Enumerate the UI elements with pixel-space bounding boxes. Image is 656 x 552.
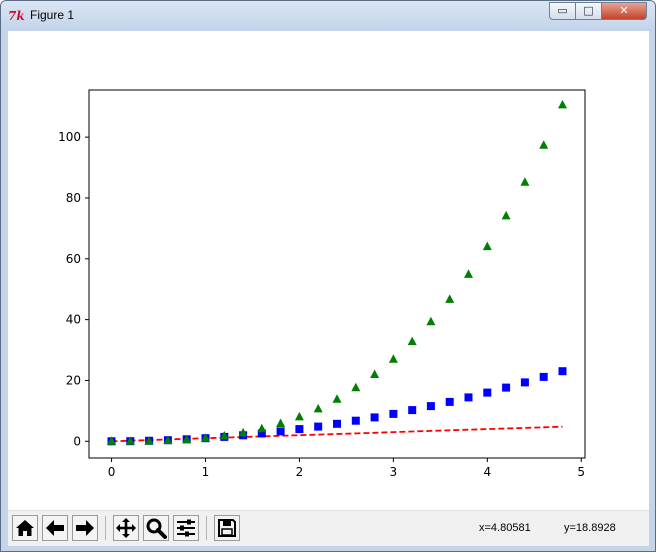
toolbar-separator — [206, 516, 207, 540]
square-marker — [520, 378, 529, 387]
figure-window: 7k Figure 1 ▭ □ ✕ 0 1 2 3 4 5 0 20 40 60 80 100 — [0, 0, 656, 552]
maximize-button[interactable]: □ — [575, 2, 602, 20]
sliders-icon — [177, 519, 195, 537]
y-tick-label: 100 — [58, 130, 81, 144]
y-tick-label: 80 — [66, 191, 81, 205]
forward-button[interactable] — [72, 515, 98, 541]
x-tick-label: 2 — [296, 465, 304, 479]
arrow-left-icon — [46, 520, 64, 536]
arrow-right-icon — [76, 520, 94, 536]
square-marker — [558, 367, 567, 376]
close-button[interactable]: ✕ — [601, 2, 647, 20]
y-tick-label: 0 — [73, 434, 81, 448]
x-tick-label: 1 — [202, 465, 210, 479]
tk-app-icon: 7k — [8, 9, 25, 23]
x-tick-label: 0 — [108, 465, 116, 479]
square-marker — [389, 409, 398, 418]
save-button[interactable] — [214, 515, 240, 541]
square-marker — [408, 406, 417, 415]
x-tick-label: 3 — [390, 465, 398, 479]
window-title: Figure 1 — [30, 8, 75, 22]
square-marker — [502, 383, 511, 392]
square-marker — [539, 372, 548, 381]
minimize-button[interactable]: ▭ — [549, 2, 576, 20]
magnifier-icon — [146, 518, 167, 539]
x-tick-label: 5 — [577, 465, 585, 479]
zoom-button[interactable] — [143, 515, 169, 541]
figure-canvas[interactable]: 0 1 2 3 4 5 0 20 40 60 80 100 — [8, 31, 649, 510]
y-tick-label: 60 — [66, 252, 81, 266]
figure-canvas-area: 0 1 2 3 4 5 0 20 40 60 80 100 x=4.80581 … — [8, 31, 649, 546]
square-marker — [314, 422, 323, 431]
y-coordinate-readout: y=18.8928 — [564, 522, 616, 534]
navigation-toolbar: x=4.80581 y=18.8928 — [8, 510, 649, 546]
toolbar-separator — [105, 516, 106, 540]
square-marker — [276, 427, 285, 436]
y-tick-label: 20 — [66, 373, 81, 387]
square-marker — [483, 388, 492, 397]
configure-subplots-button[interactable] — [173, 515, 199, 541]
square-marker — [445, 397, 454, 406]
pan-button[interactable] — [113, 515, 139, 541]
move-icon — [116, 518, 136, 538]
home-icon — [16, 520, 34, 536]
square-marker — [333, 419, 341, 428]
square-marker — [370, 413, 379, 422]
axes-background — [89, 90, 585, 458]
square-marker — [464, 393, 473, 402]
home-button[interactable] — [12, 515, 38, 541]
back-button[interactable] — [42, 515, 68, 541]
square-marker — [351, 416, 360, 425]
x-coordinate-readout: x=4.80581 — [479, 522, 531, 534]
square-marker — [426, 402, 435, 411]
title-bar[interactable]: 7k Figure 1 ▭ □ ✕ — [1, 1, 655, 31]
y-tick-label: 40 — [66, 313, 81, 327]
square-marker — [295, 425, 304, 434]
x-tick-label: 4 — [483, 465, 491, 479]
floppy-disk-icon — [218, 519, 236, 537]
